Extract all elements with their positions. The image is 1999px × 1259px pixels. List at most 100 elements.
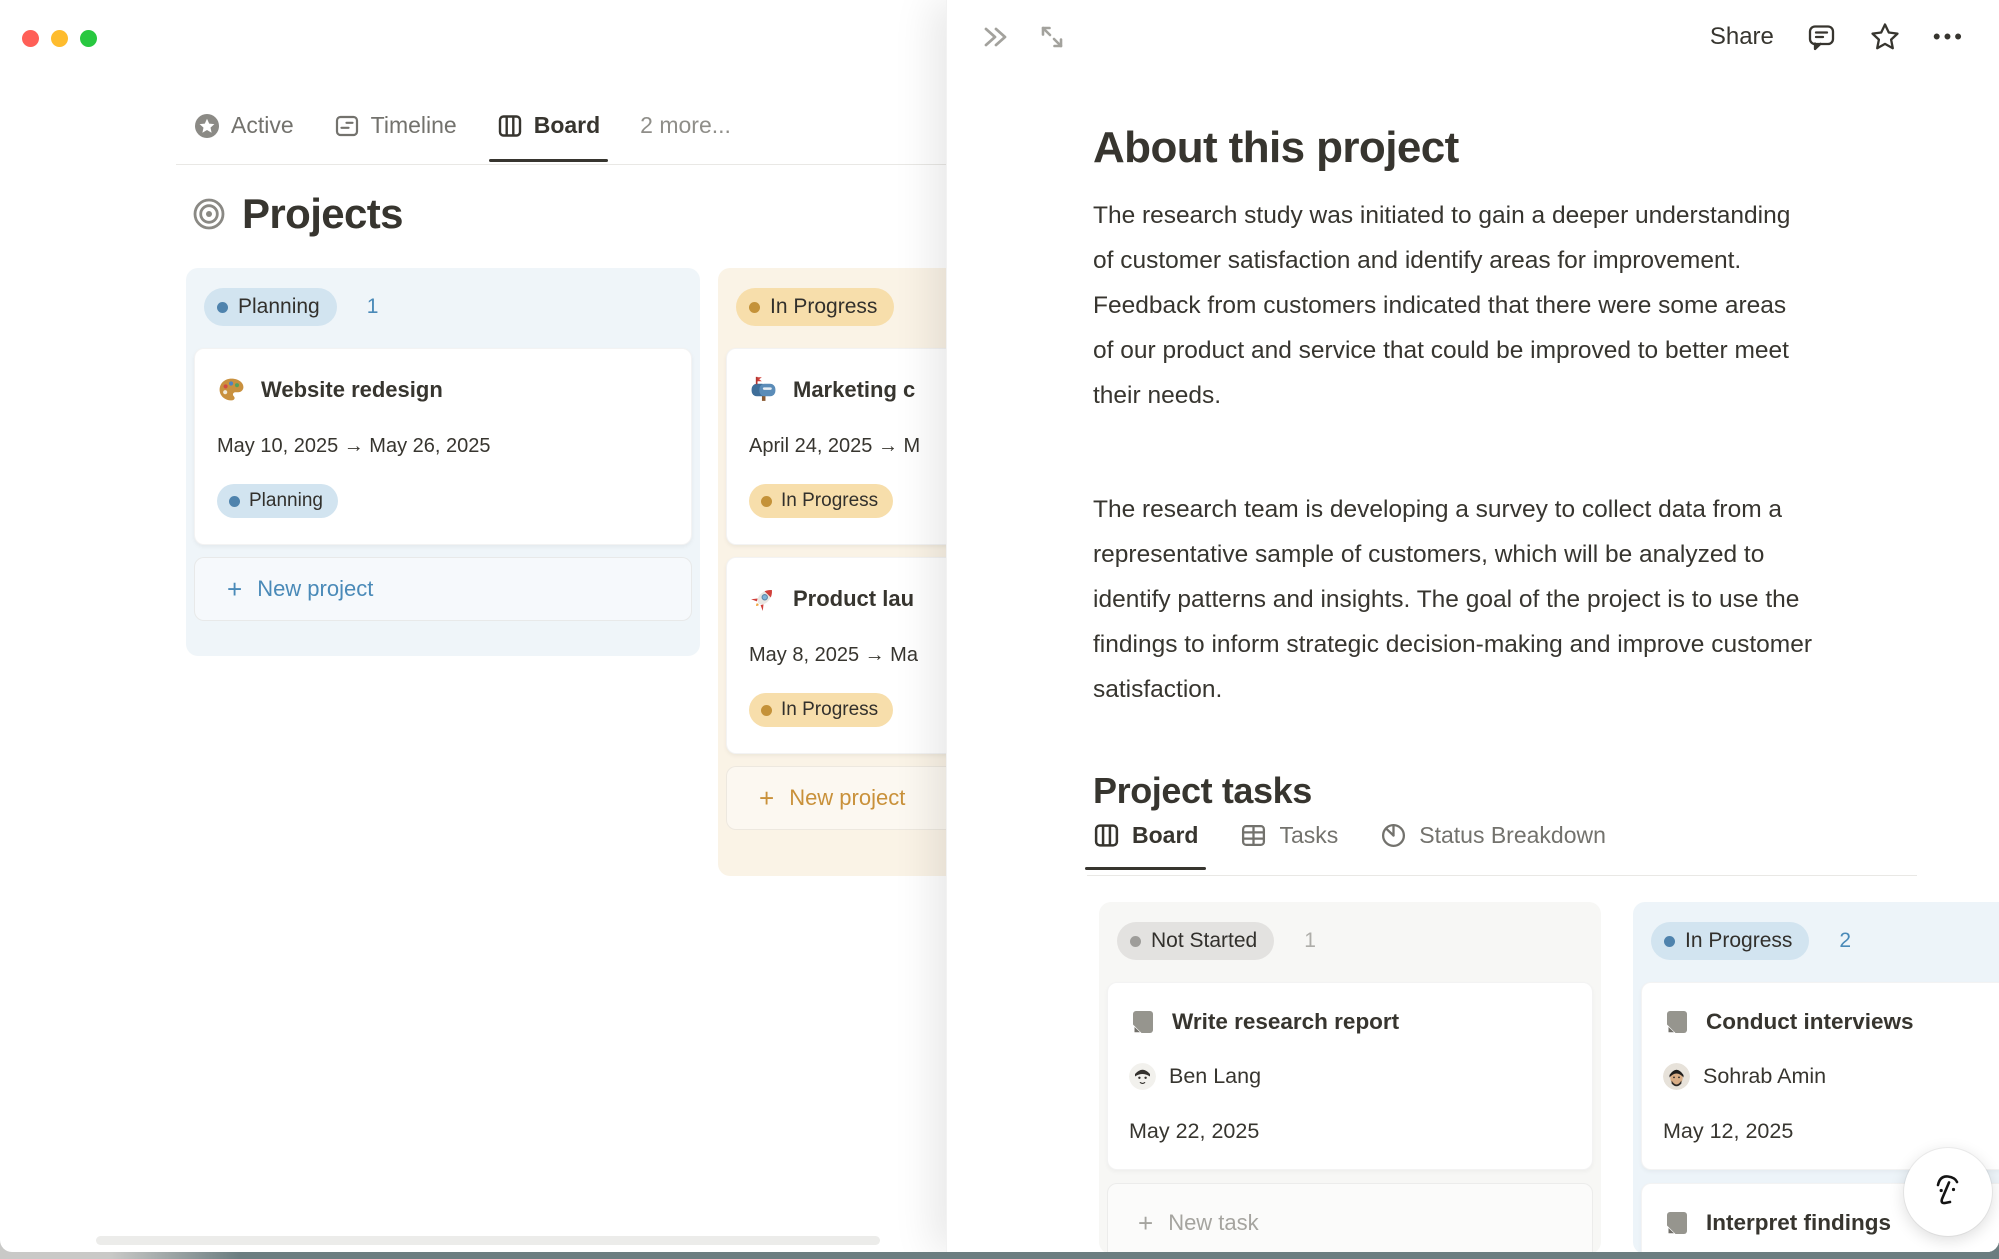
about-heading: About this project — [1093, 123, 1459, 173]
pie-chart-icon — [1380, 822, 1407, 849]
share-button[interactable]: Share — [1710, 23, 1774, 51]
status-dot — [749, 302, 760, 313]
new-project-button[interactable]: + New project — [194, 557, 692, 621]
toolbar-left-group — [981, 22, 1067, 52]
side-peek-panel: Share ••• About this project The researc… — [946, 0, 1999, 1252]
task-title: Interpret findings — [1706, 1210, 1891, 1236]
tabs-divider-line — [176, 164, 946, 165]
card-date-range: May 10, 2025 → May 26, 2025 — [217, 435, 669, 458]
expand-page-icon[interactable] — [1037, 22, 1067, 52]
notion-ai-button[interactable] — [1904, 1148, 1992, 1236]
favorite-star-icon[interactable] — [1869, 21, 1901, 53]
task-due-date: May 12, 2025 — [1663, 1119, 1999, 1144]
status-dot — [1130, 936, 1141, 947]
window-controls — [22, 30, 97, 47]
minimize-window-button[interactable] — [51, 30, 68, 47]
card-status-tag: In Progress — [749, 693, 893, 727]
side-peek-toolbar: Share ••• — [947, 0, 1999, 74]
view-tab-label: 2 more... — [640, 112, 731, 139]
view-tab-label: Timeline — [371, 112, 457, 139]
screenshot: Active Timeline Board 2 more... — [0, 0, 1999, 1259]
column-planning: Planning 1 Website redesign May 10, 2025… — [186, 268, 700, 656]
task-tab-label: Status Breakdown — [1419, 822, 1606, 849]
column-count: 1 — [1304, 929, 1316, 953]
card-title: Website redesign — [261, 377, 443, 403]
status-dot — [1664, 936, 1675, 947]
task-card-write-research-report[interactable]: Write research report Ben Lang May 22, 2… — [1107, 982, 1593, 1170]
project-card-website-redesign[interactable]: Website redesign May 10, 2025 → May 26, … — [194, 348, 692, 545]
task-view-tabs: Board Tasks Status Breakdown — [1093, 822, 1606, 849]
more-options-icon[interactable]: ••• — [1933, 24, 1965, 50]
page-icon — [1129, 1008, 1157, 1036]
board-icon — [497, 113, 523, 139]
board-icon — [1093, 822, 1120, 849]
column-header: Not Started 1 — [1117, 922, 1583, 960]
status-pill-not-started: Not Started — [1117, 922, 1274, 960]
assignee-row: Ben Lang — [1129, 1063, 1571, 1090]
task-title: Conduct interviews — [1706, 1009, 1914, 1035]
view-tab-more[interactable]: 2 more... — [640, 112, 731, 139]
new-task-button[interactable]: + New task — [1107, 1183, 1593, 1252]
notion-window: Active Timeline Board 2 more... — [0, 0, 1999, 1252]
assignee-name: Sohrab Amin — [1703, 1064, 1826, 1089]
view-tab-board[interactable]: Board — [497, 112, 600, 139]
status-dot — [761, 496, 772, 507]
view-tab-label: Active — [231, 112, 294, 139]
card-title-row: Write research report — [1129, 1008, 1571, 1036]
avatar-ben-lang — [1129, 1063, 1156, 1090]
target-icon — [192, 197, 226, 231]
palette-emoji — [217, 375, 246, 404]
assignee-name: Ben Lang — [1169, 1064, 1261, 1089]
board-page-title: Projects — [192, 190, 403, 238]
status-pill-in-progress: In Progress — [1651, 922, 1809, 960]
card-title: Marketing c — [793, 377, 915, 403]
assignee-row: Sohrab Amin — [1663, 1063, 1999, 1090]
view-tab-label: Board — [534, 112, 600, 139]
task-card-conduct-interviews[interactable]: Conduct interviews Sohrab Amin May 12, 2… — [1641, 982, 1999, 1170]
about-paragraph-2: The research team is developing a survey… — [1093, 487, 1813, 712]
card-title-row: Website redesign — [217, 375, 669, 404]
table-icon — [1240, 822, 1267, 849]
task-tab-status-breakdown[interactable]: Status Breakdown — [1380, 822, 1606, 849]
column-count: 1 — [367, 295, 379, 319]
star-circle-icon — [194, 113, 220, 139]
status-dot — [229, 496, 240, 507]
view-tab-active[interactable]: Active — [194, 112, 294, 139]
comments-icon[interactable] — [1806, 22, 1837, 53]
task-tab-label: Tasks — [1279, 822, 1338, 849]
close-window-button[interactable] — [22, 30, 39, 47]
status-pill-in-progress: In Progress — [736, 288, 894, 326]
task-title: Write research report — [1172, 1009, 1399, 1035]
column-count: 2 — [1839, 929, 1851, 953]
card-status-tag: In Progress — [749, 484, 893, 518]
status-pill-planning: Planning — [204, 288, 337, 326]
database-view-tabs: Active Timeline Board 2 more... — [194, 112, 731, 139]
task-tabs-divider-line — [1087, 875, 1917, 876]
toolbar-right-group: Share ••• — [1710, 21, 1965, 53]
task-tab-board[interactable]: Board — [1093, 822, 1198, 849]
close-side-peek-icon[interactable] — [981, 22, 1011, 52]
about-paragraph-1: The research study was initiated to gain… — [1093, 193, 1813, 418]
task-due-date: May 22, 2025 — [1129, 1119, 1571, 1144]
project-tasks-heading: Project tasks — [1093, 770, 1312, 812]
column-header: In Progress 2 — [1651, 922, 1999, 960]
plus-icon: + — [1138, 1210, 1153, 1236]
card-status-tag: Planning — [217, 484, 338, 518]
ai-face-icon — [1925, 1169, 1971, 1215]
card-title-row: Conduct interviews — [1663, 1008, 1999, 1036]
status-dot — [217, 302, 228, 313]
timeline-icon — [334, 113, 360, 139]
task-column-not-started: Not Started 1 Write research report — [1099, 902, 1601, 1252]
zoom-window-button[interactable] — [80, 30, 97, 47]
plus-icon: + — [227, 576, 242, 602]
column-header: Planning 1 — [204, 288, 682, 326]
view-tab-timeline[interactable]: Timeline — [334, 112, 457, 139]
mailbox-emoji — [749, 375, 778, 404]
page-title: Projects — [242, 190, 403, 238]
card-title: Product lau — [793, 586, 914, 612]
avatar-sohrab-amin — [1663, 1063, 1690, 1090]
page-icon — [1663, 1008, 1691, 1036]
horizontal-scrollbar[interactable] — [96, 1236, 880, 1245]
rocket-emoji — [749, 584, 778, 613]
task-tab-tasks[interactable]: Tasks — [1240, 822, 1338, 849]
